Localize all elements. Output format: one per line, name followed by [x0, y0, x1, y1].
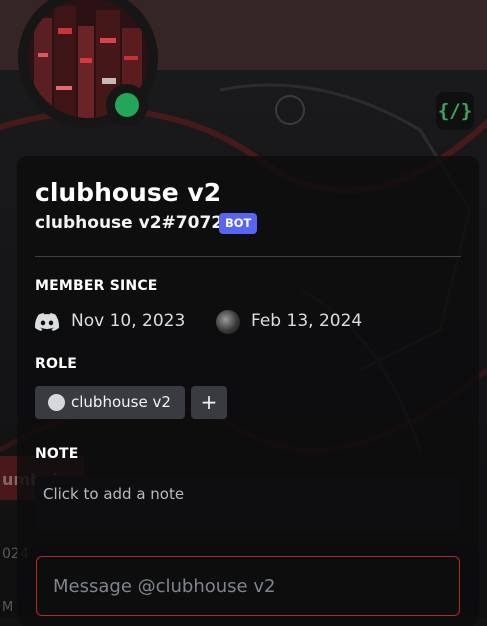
online-status-icon: [115, 93, 139, 117]
bot-badge: BOT: [219, 213, 258, 234]
divider: [35, 256, 461, 257]
role-label: clubhouse v2: [71, 393, 171, 411]
message-placeholder: Message @clubhouse v2: [53, 576, 276, 597]
role-color-icon: [48, 394, 65, 411]
server-join-date: Feb 13, 2024: [251, 311, 363, 331]
member-since-heading: MEMBER SINCE: [35, 278, 158, 294]
note-placeholder: Click to add a note: [43, 485, 185, 503]
server-icon: [216, 310, 240, 334]
note-heading: NOTE: [35, 446, 79, 462]
role-heading: ROLE: [35, 356, 77, 372]
display-name: clubhouse v2: [35, 178, 222, 207]
add-role-button[interactable]: +: [191, 386, 227, 419]
background-text: M: [2, 600, 14, 615]
discord-logo-icon: [35, 313, 59, 331]
username-tag: clubhouse v2#7072: [35, 213, 224, 233]
discord-join-date: Nov 10, 2023: [71, 311, 186, 331]
developer-badge-icon[interactable]: {/}: [436, 92, 474, 130]
